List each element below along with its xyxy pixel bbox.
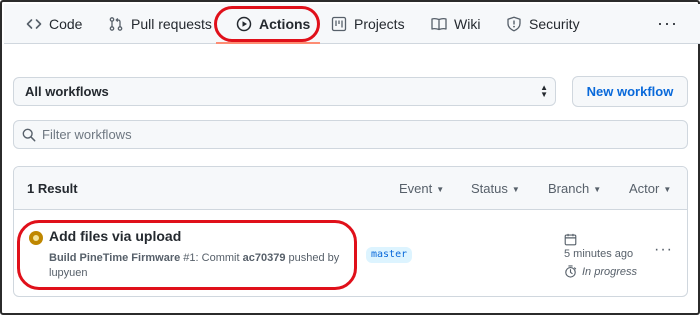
- caret-down-icon: ▼: [436, 185, 445, 194]
- shield-icon: [506, 16, 522, 32]
- active-tab-underline: [216, 42, 320, 44]
- pull-request-icon: [108, 16, 124, 32]
- annotation-circle-actions: [214, 6, 320, 42]
- run-status-text: In progress: [582, 266, 638, 278]
- caret-down-icon: ▼: [511, 185, 520, 194]
- run-more-options-button[interactable]: ···: [654, 241, 673, 259]
- tab-wiki-label: Wiki: [454, 16, 481, 32]
- stopwatch-icon: [564, 265, 577, 283]
- tab-projects-label: Projects: [354, 16, 405, 32]
- select-arrows-icon: ▲ ▼: [540, 83, 548, 99]
- window-frame: Code Pull requests Actions Projects Wiki: [0, 0, 700, 315]
- workflow-runs-box: 1 Result Event ▼ Status ▼ Branch ▼ Actor ▼ A…: [13, 166, 688, 297]
- branch-filter-menu[interactable]: Branch ▼: [548, 181, 601, 196]
- branch-filter-label: Branch: [548, 181, 590, 196]
- results-count: 1 Result: [27, 181, 78, 196]
- actor-filter-menu[interactable]: Actor ▼: [629, 181, 671, 196]
- tab-security-label: Security: [529, 16, 580, 32]
- tab-projects[interactable]: Projects: [331, 4, 405, 44]
- search-icon: [22, 128, 36, 147]
- caret-down-icon: ▼: [663, 185, 672, 194]
- filter-workflows-box: [13, 120, 688, 149]
- book-icon: [431, 16, 447, 32]
- code-icon: [26, 16, 42, 32]
- tab-wiki[interactable]: Wiki: [431, 4, 480, 44]
- status-filter-label: Status: [471, 181, 508, 196]
- status-filter-menu[interactable]: Status ▼: [471, 181, 520, 196]
- actor-filter-label: Actor: [629, 181, 660, 196]
- caret-down-icon: ▼: [593, 185, 602, 194]
- workflow-select[interactable]: All workflows ▲ ▼: [13, 77, 556, 106]
- results-header: 1 Result Event ▼ Status ▼ Branch ▼ Actor ▼: [14, 167, 687, 210]
- branch-badge[interactable]: master: [366, 247, 413, 263]
- filter-workflows-input[interactable]: [42, 121, 682, 148]
- more-tabs-button[interactable]: ···: [657, 14, 678, 32]
- tab-security[interactable]: Security: [506, 4, 580, 44]
- tab-code[interactable]: Code: [26, 4, 82, 44]
- project-icon: [331, 16, 347, 32]
- tab-pull-requests[interactable]: Pull requests: [108, 4, 212, 44]
- new-workflow-button[interactable]: New workflow: [572, 76, 688, 107]
- event-filter-label: Event: [399, 181, 433, 196]
- annotation-circle-run: [17, 220, 357, 290]
- tab-code-label: Code: [49, 16, 83, 32]
- tab-pull-requests-label: Pull requests: [131, 16, 212, 32]
- run-time: 5 minutes ago: [564, 248, 634, 260]
- repo-tab-bar: Code Pull requests Actions Projects Wiki: [4, 4, 700, 44]
- event-filter-menu[interactable]: Event ▼: [399, 181, 444, 196]
- workflow-select-value: All workflows: [25, 84, 109, 99]
